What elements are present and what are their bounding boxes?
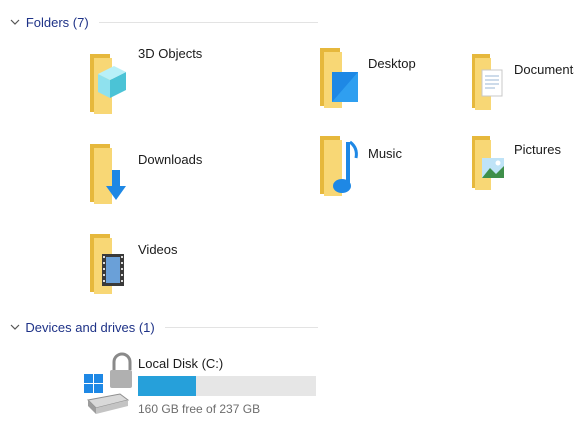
- folder-label: Desktop: [368, 56, 416, 71]
- folder-label: Pictures: [514, 142, 561, 157]
- local-disk-icon: [84, 352, 132, 421]
- group-divider: [98, 21, 318, 23]
- music-folder-icon: [318, 132, 364, 203]
- folder-item-documents[interactable]: Documents: [470, 50, 574, 117]
- drive-free-space: 160 GB free of 237 GB: [138, 402, 261, 416]
- videos-folder-icon: [88, 228, 134, 303]
- drive-label: Local Disk (C:): [138, 356, 224, 371]
- desktop-folder-icon: [318, 46, 364, 117]
- pictures-folder-icon: [470, 134, 510, 197]
- folders-group-title: Folders (7): [25, 14, 89, 30]
- folder-item-music[interactable]: Music: [318, 132, 402, 203]
- drive-item-local-disk[interactable]: Local Disk (C:) 160 GB free of 237 GB: [84, 352, 324, 416]
- devices-group-title: Devices and drives (1): [25, 319, 155, 335]
- folder-label: Videos: [138, 242, 178, 257]
- chevron-down-icon[interactable]: [8, 320, 21, 334]
- downloads-folder-icon: [88, 140, 134, 211]
- documents-folder-icon: [470, 50, 510, 117]
- folder-label: 3D Objects: [138, 46, 203, 61]
- group-divider: [164, 326, 318, 328]
- 3d-objects-folder-icon: [88, 46, 134, 123]
- folder-label: Music: [368, 146, 402, 161]
- folders-group-header[interactable]: Folders (7): [8, 13, 318, 31]
- drive-usage-fill: [138, 376, 196, 396]
- folder-item-downloads[interactable]: Downloads: [88, 140, 202, 211]
- devices-group-header[interactable]: Devices and drives (1): [8, 318, 318, 336]
- folder-item-desktop[interactable]: Desktop: [318, 46, 416, 117]
- folder-item-3d-objects[interactable]: 3D Objects: [88, 46, 202, 123]
- folder-item-pictures[interactable]: Pictures: [470, 134, 561, 197]
- folder-item-videos[interactable]: Videos: [88, 228, 178, 303]
- drive-usage-bar: [138, 376, 316, 396]
- folder-label: Documents: [514, 62, 574, 77]
- chevron-down-icon[interactable]: [8, 15, 22, 29]
- folder-label: Downloads: [138, 152, 203, 167]
